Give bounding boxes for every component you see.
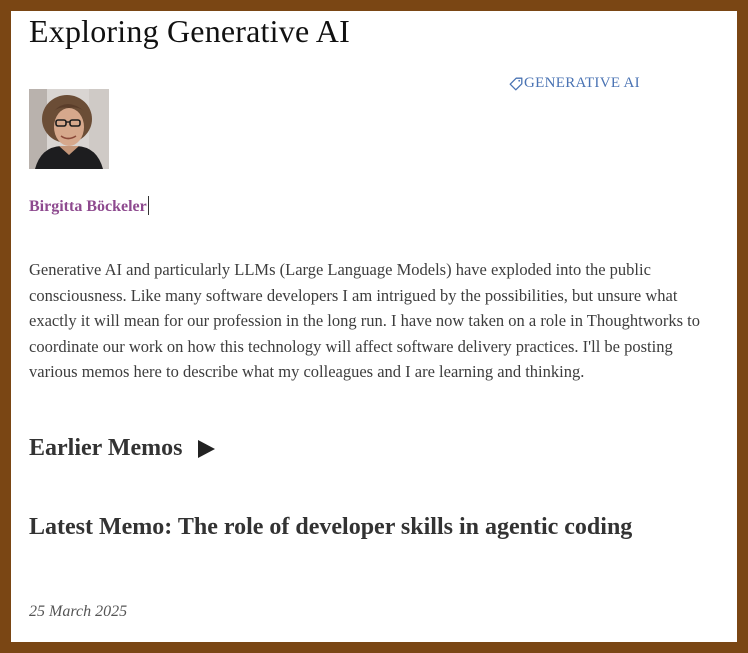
triangle-right-icon xyxy=(197,439,215,458)
intro-paragraph: Generative AI and particularly LLMs (Lar… xyxy=(29,260,701,382)
author-link[interactable]: Birgitta Böckeler xyxy=(29,196,149,216)
author-photo[interactable] xyxy=(29,89,109,169)
author-photo-image xyxy=(29,89,109,169)
latest-memo-date: 25 March 2025 xyxy=(29,603,128,620)
page-title: Exploring Generative AI xyxy=(29,13,350,49)
page-content: Exploring Generative AI GENERATIVE AI Bi… xyxy=(11,11,737,642)
author-name: Birgitta Böckeler xyxy=(29,198,147,215)
tag-icon xyxy=(509,77,523,90)
tag-label: GENERATIVE AI xyxy=(524,75,640,91)
tag-link-generative-ai[interactable]: GENERATIVE AI xyxy=(509,75,640,92)
earlier-memos-toggle[interactable]: Earlier Memos xyxy=(29,435,215,462)
latest-memo-title[interactable]: Latest Memo: The role of developer skill… xyxy=(29,507,669,547)
earlier-memos-label: Earlier Memos xyxy=(29,435,183,461)
text-cursor xyxy=(147,196,149,215)
